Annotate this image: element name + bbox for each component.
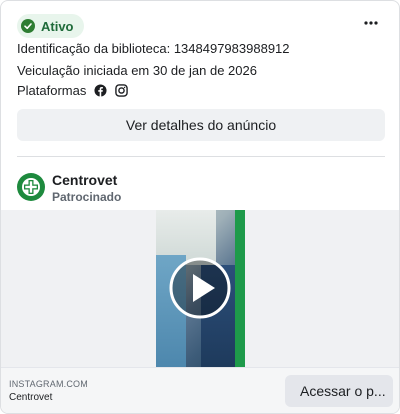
sponsored-label: Patrocinado [52, 190, 122, 204]
footer-name: Centrovet [9, 392, 53, 403]
view-ad-details-button[interactable]: Ver detalhes do anúncio [17, 109, 385, 141]
facebook-icon [94, 84, 107, 97]
footer-domain: INSTAGRAM.COM [9, 379, 88, 389]
advertiser-avatar[interactable] [17, 173, 45, 201]
more-horizontal-icon [364, 21, 378, 25]
advertiser-name[interactable]: Centrovet [52, 172, 117, 188]
library-id: Identificação da biblioteca: 13484979839… [17, 41, 290, 56]
cta-button[interactable]: Acessar o p... [285, 375, 393, 407]
platforms-row: Plataformas [17, 83, 129, 98]
ad-card: Ativo Identificação da biblioteca: 13484… [0, 0, 400, 414]
status-badge: Ativo [17, 14, 84, 38]
check-circle-icon [21, 19, 35, 33]
divider [17, 156, 385, 157]
status-label: Ativo [41, 18, 74, 34]
play-icon[interactable] [169, 257, 231, 319]
centrovet-logo-icon [22, 178, 40, 196]
ad-footer: INSTAGRAM.COM Centrovet Acessar o p... [1, 367, 399, 413]
start-date: Veiculação iniciada em 30 de jan de 2026 [17, 63, 257, 78]
platforms-label: Plataformas [17, 83, 87, 98]
instagram-icon [115, 84, 129, 97]
more-options-button[interactable] [359, 11, 383, 35]
